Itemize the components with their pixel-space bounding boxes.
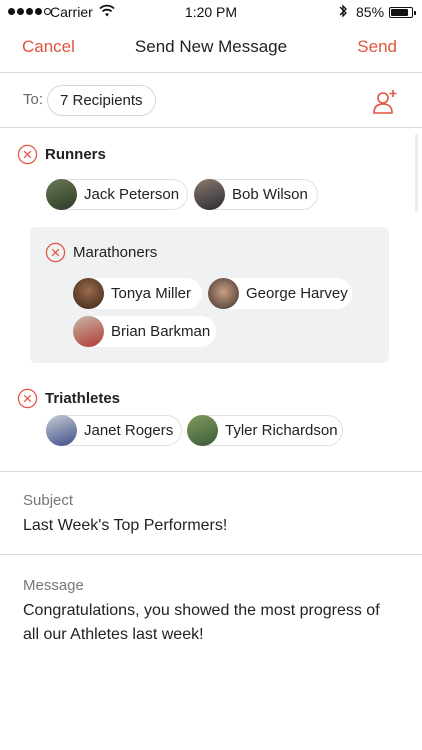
recipient-name: Bob Wilson [232, 186, 308, 203]
subject-field[interactable]: Last Week's Top Performers! [23, 514, 227, 538]
recipient-chip[interactable]: Tonya Miller [73, 278, 202, 309]
avatar [194, 179, 225, 210]
add-user-icon[interactable] [371, 88, 399, 121]
group-header-runners: Runners [17, 144, 106, 165]
recipient-name: Tonya Miller [111, 285, 192, 302]
battery-percent: 85% [356, 4, 385, 20]
remove-group-icon[interactable] [45, 242, 66, 263]
battery-icon [389, 7, 416, 18]
battery-level [391, 9, 408, 16]
group-header-triathletes: Triathletes [17, 388, 120, 409]
recipient-name: Brian Barkman [111, 323, 211, 340]
recipient-name: Janet Rogers [84, 422, 174, 439]
avatar [73, 316, 104, 347]
recipient-chip[interactable]: Tyler Richardson [187, 415, 343, 446]
subject-label: Subject [23, 492, 74, 509]
divider [0, 127, 422, 128]
recipient-chip[interactable]: Jack Peterson [46, 179, 188, 210]
group-name-runners: Runners [45, 146, 106, 163]
divider [0, 471, 422, 472]
remove-group-icon[interactable] [17, 144, 38, 165]
avatar [73, 278, 104, 309]
message-label: Message [23, 577, 84, 594]
divider [0, 554, 422, 555]
subgroup-marathoners: Marathoners Tonya Miller George Harvey B… [30, 227, 389, 363]
recipient-name: Jack Peterson [84, 186, 180, 203]
send-button[interactable]: Send [357, 37, 397, 57]
recipient-name: Tyler Richardson [225, 422, 338, 439]
group-name-triathletes: Triathletes [45, 390, 121, 407]
avatar [46, 179, 77, 210]
message-field[interactable]: Congratulations, you showed the most pro… [23, 599, 398, 647]
recipients-count-button[interactable]: 7 Recipients [47, 85, 156, 116]
avatar [208, 278, 239, 309]
recipient-chip[interactable]: Janet Rogers [46, 415, 182, 446]
scrollbar[interactable] [415, 134, 418, 212]
recipient-chip[interactable]: Bob Wilson [194, 179, 318, 210]
recipient-name: George Harvey [246, 285, 348, 302]
status-bar: Carrier 1:20 PM 85% [0, 0, 422, 26]
bluetooth-icon [338, 3, 348, 22]
avatar [46, 415, 77, 446]
navigation-bar: Cancel Send New Message Send [0, 28, 422, 68]
recipient-chip[interactable]: Brian Barkman [73, 316, 216, 347]
divider [0, 72, 422, 73]
remove-group-icon[interactable] [17, 388, 38, 409]
avatar [187, 415, 218, 446]
to-label: To: [23, 91, 44, 108]
recipient-chip[interactable]: George Harvey [208, 278, 352, 309]
group-header-marathoners: Marathoners [45, 242, 157, 263]
group-name-marathoners: Marathoners [73, 244, 158, 261]
